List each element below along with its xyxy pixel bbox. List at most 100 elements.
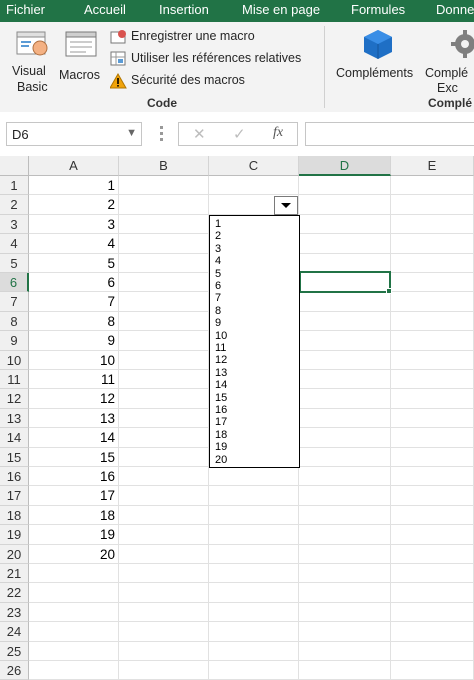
row-header[interactable]: 10 (0, 350, 29, 370)
dropdown-option[interactable]: 13 (215, 367, 227, 379)
cell-b1[interactable] (119, 176, 209, 196)
cell-b16[interactable] (119, 467, 209, 487)
chevron-down-icon[interactable]: ▼ (126, 127, 137, 139)
cell-a22[interactable] (29, 583, 119, 603)
complements-button[interactable]: Compléments (334, 26, 422, 86)
cell-b17[interactable] (119, 486, 209, 506)
cell-a7[interactable]: 7 (29, 292, 119, 312)
cell-b3[interactable] (119, 214, 209, 235)
cell-e1[interactable] (391, 176, 474, 196)
cell-b10[interactable] (119, 350, 209, 370)
cell-e11[interactable] (391, 370, 474, 390)
name-box[interactable]: D6 ▼ (6, 122, 142, 146)
cell-b20[interactable] (119, 544, 209, 564)
dropdown-option[interactable]: 2 (215, 230, 221, 242)
cell-d8[interactable] (299, 311, 391, 332)
cell-c16[interactable] (209, 467, 299, 487)
row-header[interactable]: 12 (0, 389, 29, 409)
cell-d16[interactable] (299, 467, 391, 487)
cell-c25[interactable] (209, 641, 299, 661)
cell-e22[interactable] (391, 583, 474, 603)
cell-c1[interactable] (209, 176, 299, 196)
row-header[interactable]: 5 (0, 253, 29, 273)
column-header-d[interactable]: D (299, 156, 391, 176)
selected-cell-d6[interactable] (299, 271, 391, 293)
cell-e21[interactable] (391, 564, 474, 584)
cell-d23[interactable] (299, 602, 391, 623)
column-header-a[interactable]: A (29, 156, 119, 176)
dropdown-option[interactable]: 17 (215, 416, 227, 428)
cell-e15[interactable] (391, 447, 474, 467)
cell-a25[interactable] (29, 641, 119, 661)
cell-e2[interactable] (391, 195, 474, 215)
dropdown-option[interactable]: 16 (215, 404, 227, 416)
cell-a11[interactable]: 11 (29, 370, 119, 390)
row-header[interactable]: 23 (0, 602, 29, 623)
cell-b8[interactable] (119, 311, 209, 332)
column-header-e[interactable]: E (391, 156, 474, 176)
row-header[interactable]: 17 (0, 486, 29, 506)
cell-d1[interactable] (299, 176, 391, 196)
cell-b6[interactable] (119, 273, 209, 293)
cell-d19[interactable] (299, 525, 391, 545)
cell-e26[interactable] (391, 661, 474, 680)
cell-e4[interactable] (391, 234, 474, 254)
cell-d17[interactable] (299, 486, 391, 506)
cell-a4[interactable]: 4 (29, 234, 119, 254)
cell-a2[interactable]: 2 (29, 195, 119, 215)
column-header-c[interactable]: C (209, 156, 299, 176)
cell-b19[interactable] (119, 525, 209, 545)
cell-e23[interactable] (391, 602, 474, 623)
cell-b23[interactable] (119, 602, 209, 623)
cell-e10[interactable] (391, 350, 474, 370)
cell-e24[interactable] (391, 622, 474, 642)
cell-a13[interactable]: 13 (29, 408, 119, 429)
cell-e9[interactable] (391, 331, 474, 351)
cell-d15[interactable] (299, 447, 391, 467)
cell-a6[interactable]: 6 (29, 273, 119, 293)
dropdown-option[interactable]: 14 (215, 379, 227, 391)
cell-e13[interactable] (391, 408, 474, 429)
cell-e3[interactable] (391, 214, 474, 235)
cell-c22[interactable] (209, 583, 299, 603)
row-header[interactable]: 20 (0, 544, 29, 564)
cell-e20[interactable] (391, 544, 474, 564)
row-header[interactable]: 4 (0, 234, 29, 254)
cell-d3[interactable] (299, 214, 391, 235)
dropdown-option[interactable]: 18 (215, 429, 227, 441)
cell-b18[interactable] (119, 505, 209, 526)
dropdown-option[interactable]: 19 (215, 441, 227, 453)
row-header[interactable]: 18 (0, 505, 29, 526)
record-macro-button[interactable]: Enregistrer une macro (108, 28, 278, 46)
cell-d25[interactable] (299, 641, 391, 661)
validation-dropdown-list[interactable]: 1 2 3 4 5 6 7 8 9 10 11 12 13 14 15 16 17 18 19 20 (209, 215, 300, 468)
cell-a5[interactable]: 5 (29, 253, 119, 273)
cell-b15[interactable] (119, 447, 209, 467)
row-header[interactable]: 1 (0, 176, 29, 196)
cell-a23[interactable] (29, 602, 119, 623)
dropdown-option[interactable]: 3 (215, 243, 221, 255)
macros-button[interactable]: Macros (58, 26, 104, 86)
cell-a26[interactable] (29, 661, 119, 680)
cell-a10[interactable]: 10 (29, 350, 119, 370)
excel-complements-button[interactable]: Complé Exc (424, 26, 474, 96)
cell-a9[interactable]: 9 (29, 331, 119, 351)
cell-e5[interactable] (391, 253, 474, 273)
tab-mise-en-page[interactable]: Mise en page (242, 2, 320, 20)
row-header[interactable]: 25 (0, 641, 29, 661)
cell-e6[interactable] (391, 273, 474, 293)
cell-b2[interactable] (119, 195, 209, 215)
cell-b22[interactable] (119, 583, 209, 603)
row-header[interactable]: 3 (0, 214, 29, 235)
cell-e14[interactable] (391, 428, 474, 448)
cell-d26[interactable] (299, 661, 391, 680)
cell-d14[interactable] (299, 428, 391, 448)
cell-e8[interactable] (391, 311, 474, 332)
row-header[interactable]: 21 (0, 564, 29, 584)
cell-a18[interactable]: 18 (29, 505, 119, 526)
cell-b7[interactable] (119, 292, 209, 312)
cell-e25[interactable] (391, 641, 474, 661)
cell-c18[interactable] (209, 505, 299, 526)
cancel-icon[interactable]: ✕ (193, 125, 206, 143)
cell-a16[interactable]: 16 (29, 467, 119, 487)
